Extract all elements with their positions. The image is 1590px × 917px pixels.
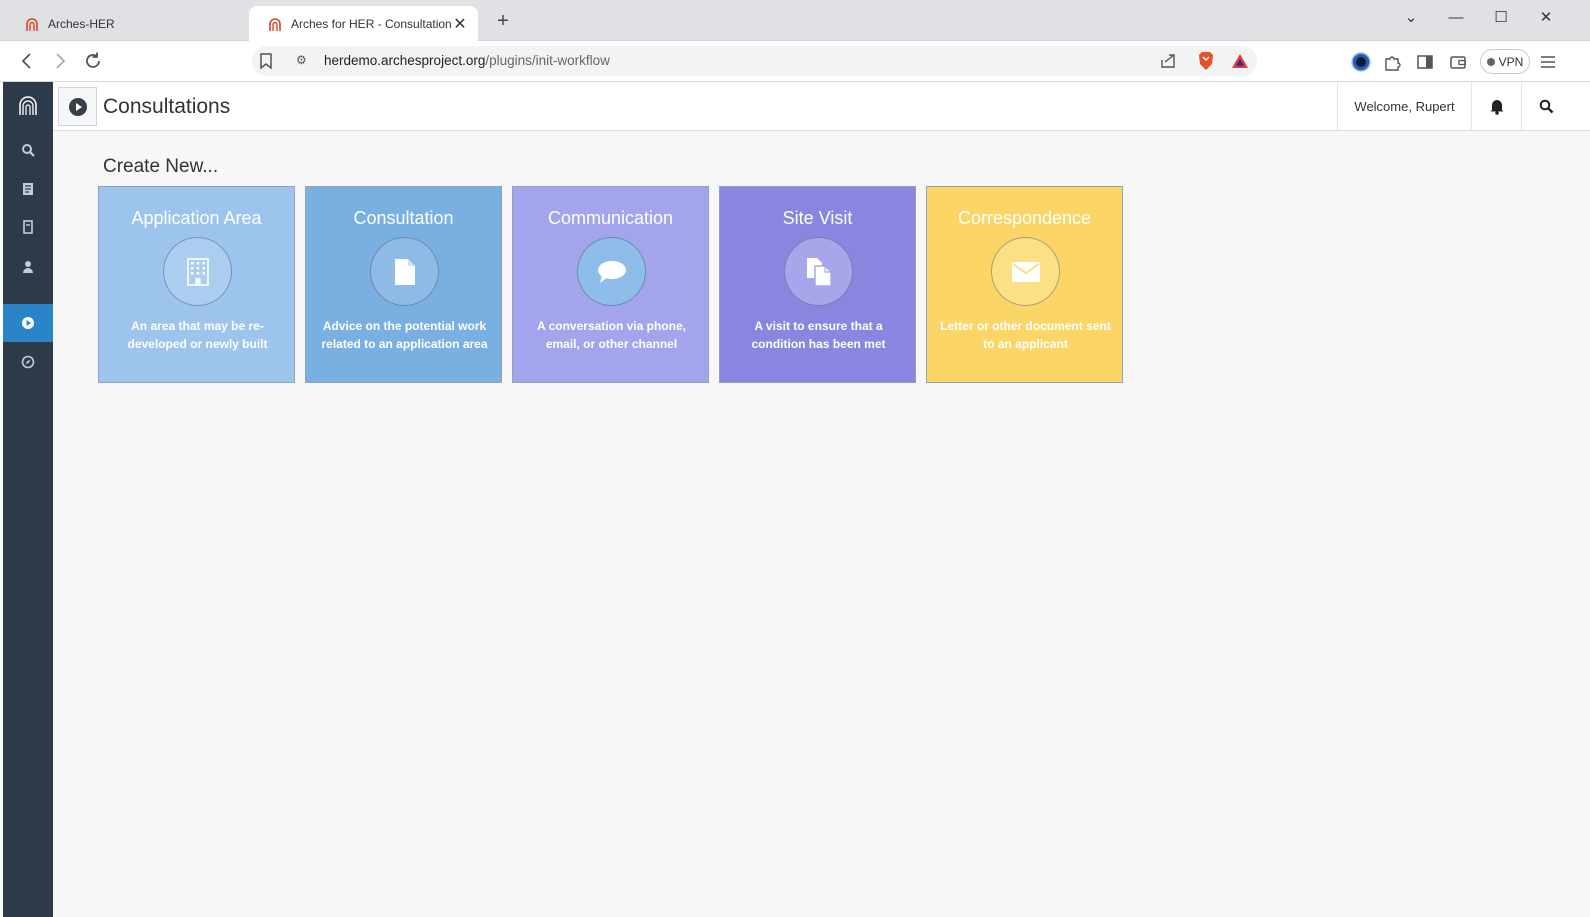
- forward-icon[interactable]: [49, 50, 71, 72]
- tab-title: Arches for HER - Consultations: [291, 16, 452, 31]
- page-title: Consultations: [103, 95, 231, 118]
- card-title: Consultation: [353, 208, 454, 228]
- tab-title: Arches-HER: [48, 16, 115, 31]
- main-content: Create New... Application Area An area t…: [53, 131, 1590, 917]
- app-header: Consultations Welcome, Rupert: [53, 82, 1590, 131]
- workflow-play-button[interactable]: [58, 87, 97, 126]
- compass-icon: [21, 355, 35, 369]
- vpn-button[interactable]: VPN: [1480, 49, 1530, 74]
- site-info-icon[interactable]: ⚙: [296, 53, 307, 67]
- url-path: /plugins/init-workflow: [485, 53, 610, 68]
- arches-favicon-icon: [26, 17, 38, 31]
- maximize-icon[interactable]: ☐: [1486, 5, 1516, 31]
- building-icon: [186, 257, 209, 286]
- sidebar-bookmarks[interactable]: [3, 208, 53, 246]
- card-icon-circle: [370, 237, 439, 306]
- card-correspondence[interactable]: Correspondence Letter or other document …: [926, 186, 1123, 383]
- wallet-icon[interactable]: [1447, 51, 1469, 73]
- share-icon[interactable]: [1159, 52, 1177, 70]
- extensions-puzzle-icon[interactable]: [1381, 51, 1403, 73]
- card-description: A conversation via phone, email, or othe…: [537, 319, 686, 351]
- card-application-area[interactable]: Application Area An area that may be re-…: [98, 186, 295, 383]
- back-icon[interactable]: [16, 50, 38, 72]
- app-sidebar: [3, 82, 53, 917]
- browser-tab-consultations[interactable]: Arches for HER - Consultations ✕: [249, 6, 478, 41]
- new-tab-icon[interactable]: +: [492, 10, 514, 33]
- play-icon: [22, 317, 34, 329]
- card-title: Site Visit: [782, 208, 853, 228]
- header-search-button[interactable]: [1521, 82, 1570, 130]
- card-title: Application Area: [131, 208, 262, 228]
- create-new-heading: Create New...: [103, 156, 219, 177]
- card-consultation[interactable]: Consultation Advice on the potential wor…: [305, 186, 502, 383]
- close-tab-icon[interactable]: ✕: [452, 14, 468, 34]
- speech-bubble-icon: [597, 260, 626, 283]
- bookmark-icon: [23, 220, 33, 234]
- sidebar-resources[interactable]: [3, 170, 53, 208]
- search-icon: [22, 144, 35, 157]
- brave-rewards-icon[interactable]: [1231, 52, 1249, 70]
- address-bar[interactable]: ⚙ herdemo.archesproject.org/plugins/init…: [252, 46, 1257, 76]
- play-circle-icon: [68, 97, 87, 116]
- arches-favicon-icon: [269, 17, 281, 31]
- extension-globe-icon[interactable]: [1350, 51, 1372, 73]
- arches-logo-icon[interactable]: [3, 82, 53, 130]
- card-title: Correspondence: [957, 208, 1092, 228]
- sidebar-toggle-icon[interactable]: [1414, 51, 1436, 73]
- bell-icon: [1490, 99, 1503, 115]
- card-icon-circle: [577, 237, 646, 306]
- copy-icon: [806, 257, 832, 287]
- card-description: A visit to ensure that a condition has b…: [751, 319, 886, 351]
- card-description: Letter or other document sent to an appl…: [940, 319, 1111, 351]
- url-host: herdemo.archesproject.org: [324, 53, 486, 68]
- card-icon-circle: [991, 237, 1060, 306]
- reload-icon[interactable]: [82, 50, 104, 72]
- card-icon-circle: [163, 237, 232, 306]
- minimize-icon[interactable]: —: [1441, 5, 1471, 31]
- sidebar-search[interactable]: [3, 131, 53, 169]
- vpn-status-icon: [1486, 57, 1495, 66]
- welcome-user-menu[interactable]: Welcome, Rupert: [1337, 82, 1472, 130]
- search-icon: [1539, 99, 1553, 113]
- envelope-icon: [1011, 261, 1040, 282]
- notifications-button[interactable]: [1472, 82, 1521, 130]
- file-icon: [394, 258, 415, 285]
- user-icon: [23, 261, 33, 273]
- card-title: Communication: [547, 208, 674, 228]
- sidebar-workflows[interactable]: [3, 304, 53, 342]
- card-site-visit[interactable]: Site Visit A visit to ensure that a cond…: [719, 186, 916, 383]
- card-communication[interactable]: Communication A conversation via phone, …: [512, 186, 709, 383]
- browser-tab-arches-her[interactable]: Arches-HER: [6, 6, 149, 41]
- vpn-label: VPN: [1498, 54, 1524, 69]
- tab-search-chevron-icon[interactable]: ⌄: [1396, 5, 1426, 31]
- brave-shields-icon[interactable]: [1197, 51, 1215, 71]
- url-text[interactable]: herdemo.archesproject.org/plugins/init-w…: [324, 53, 610, 68]
- bookmark-icon[interactable]: [256, 51, 276, 71]
- browser-toolbar: ⚙ herdemo.archesproject.org/plugins/init…: [0, 41, 1590, 82]
- resource-icon: [23, 183, 33, 195]
- sidebar-explore[interactable]: [3, 343, 53, 381]
- card-icon-circle: [784, 237, 853, 306]
- menu-hamburger-icon[interactable]: [1537, 51, 1559, 73]
- card-description: An area that may be re-developed or newl…: [127, 319, 268, 351]
- browser-tabstrip: Arches-HER Arches for HER - Consultation…: [0, 0, 1590, 41]
- close-window-icon[interactable]: ✕: [1531, 5, 1561, 31]
- card-description: Advice on the potential work related to …: [321, 319, 488, 351]
- sidebar-user[interactable]: [3, 248, 53, 286]
